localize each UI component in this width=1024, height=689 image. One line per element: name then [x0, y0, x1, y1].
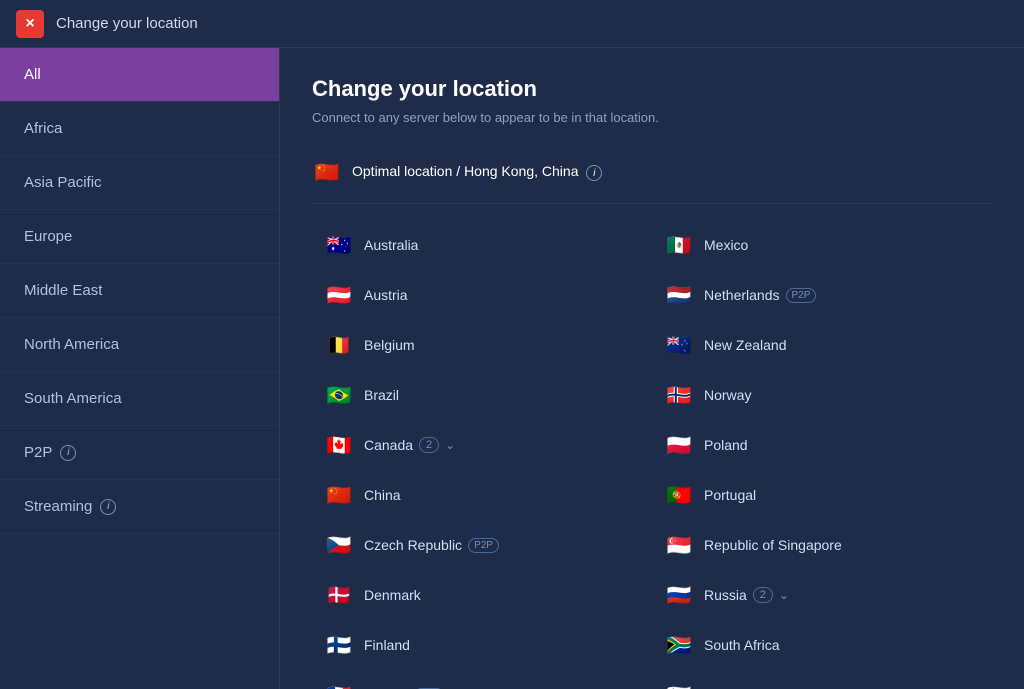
sidebar-item-africa[interactable]: Africa: [0, 102, 279, 156]
info-icon[interactable]: i: [60, 445, 76, 461]
titlebar-title: Change your location: [56, 15, 198, 32]
country-item[interactable]: 🇳🇴 Norway: [652, 370, 992, 420]
sidebar-item-label: Africa: [24, 120, 62, 137]
country-item[interactable]: 🇧🇪 Belgium: [312, 320, 652, 370]
country-item[interactable]: 🇿🇦 South Africa: [652, 620, 992, 670]
sidebar-item-label: North America: [24, 336, 119, 353]
sidebar-item-label: Streaming: [24, 498, 92, 515]
titlebar: × Change your location: [0, 0, 1024, 48]
country-item[interactable]: 🇨🇦Canada2⌄: [312, 420, 652, 470]
chevron-down-icon[interactable]: ⌄: [779, 588, 789, 602]
country-item[interactable]: 🇸🇬 Republic of Singapore: [652, 520, 992, 570]
main-layout: All Africa Asia Pacific Europe Middle East No…: [0, 48, 1024, 689]
country-name: Poland: [704, 437, 748, 453]
country-flag: 🇰🇷: [664, 680, 694, 689]
content-area: Change your location Connect to any serv…: [280, 48, 1024, 689]
country-flag: 🇨🇿: [324, 530, 354, 560]
country-flag: 🇸🇬: [664, 530, 694, 560]
country-item[interactable]: 🇦🇹 Austria: [312, 270, 652, 320]
country-item[interactable]: 🇫🇮 Finland: [312, 620, 652, 670]
page-title: Change your location: [312, 76, 992, 102]
country-name: Austria: [364, 287, 408, 303]
country-item[interactable]: 🇫🇷FranceP2P: [312, 670, 652, 689]
country-name: NetherlandsP2P: [704, 287, 816, 303]
sidebar-item-asia-pacific[interactable]: Asia Pacific: [0, 156, 279, 210]
country-flag: 🇿🇦: [664, 630, 694, 660]
country-name: South Africa: [704, 637, 780, 653]
sidebar-item-label: Asia Pacific: [24, 174, 102, 191]
sidebar-item-europe[interactable]: Europe: [0, 210, 279, 264]
country-item[interactable]: 🇵🇹 Portugal: [652, 470, 992, 520]
country-item[interactable]: 🇦🇺 Australia: [312, 220, 652, 270]
country-flag: 🇳🇿: [664, 330, 694, 360]
country-item[interactable]: 🇷🇺Russia2⌄: [652, 570, 992, 620]
country-flag: 🇧🇷: [324, 380, 354, 410]
sidebar-item-label: Middle East: [24, 282, 102, 299]
country-name: Brazil: [364, 387, 399, 403]
country-name: Russia2⌄: [704, 587, 789, 603]
sidebar-item-north-america[interactable]: North America: [0, 318, 279, 372]
country-flag: 🇧🇪: [324, 330, 354, 360]
country-item[interactable]: 🇩🇰 Denmark: [312, 570, 652, 620]
country-item[interactable]: 🇳🇱 NetherlandsP2P: [652, 270, 992, 320]
country-item[interactable]: 🇲🇽 Mexico: [652, 220, 992, 270]
sidebar-item-south-america[interactable]: South America: [0, 372, 279, 426]
optimal-flag: 🇨🇳: [312, 157, 342, 187]
optimal-location[interactable]: 🇨🇳 Optimal location / Hong Kong, China i: [312, 145, 992, 204]
sidebar-item-label: South America: [24, 390, 122, 407]
country-flag: 🇷🇺: [664, 580, 694, 610]
sidebar-item-p2p[interactable]: P2P i: [0, 426, 279, 480]
p2p-badge: P2P: [786, 288, 817, 303]
info-icon[interactable]: i: [100, 499, 116, 515]
country-item[interactable]: 🇧🇷 Brazil: [312, 370, 652, 420]
country-name: Denmark: [364, 587, 421, 603]
sidebar-item-streaming[interactable]: Streaming i: [0, 480, 279, 534]
count-badge: 2: [419, 437, 439, 453]
sidebar-item-middle-east[interactable]: Middle East: [0, 264, 279, 318]
country-flag: 🇨🇳: [324, 480, 354, 510]
country-flag: 🇵🇹: [664, 480, 694, 510]
country-flag: 🇳🇴: [664, 380, 694, 410]
p2p-badge: P2P: [468, 538, 499, 553]
country-name: Finland: [364, 637, 410, 653]
country-flag: 🇨🇦: [324, 430, 354, 460]
country-name: Australia: [364, 237, 418, 253]
sidebar: All Africa Asia Pacific Europe Middle East No…: [0, 48, 280, 689]
country-name: Canada2⌄: [364, 437, 455, 453]
country-flag: 🇦🇺: [324, 230, 354, 260]
country-item[interactable]: 🇨🇿 Czech RepublicP2P: [312, 520, 652, 570]
country-flag: 🇫🇷: [324, 680, 354, 689]
sidebar-item-label: P2P: [24, 444, 52, 461]
close-button[interactable]: ×: [16, 10, 44, 38]
country-name: Republic of Singapore: [704, 537, 842, 553]
country-flag: 🇲🇽: [664, 230, 694, 260]
sidebar-item-label: Europe: [24, 228, 72, 245]
country-name: Norway: [704, 387, 751, 403]
country-flag: 🇩🇰: [324, 580, 354, 610]
country-item[interactable]: 🇳🇿 New Zealand: [652, 320, 992, 370]
count-badge: 2: [753, 587, 773, 603]
sidebar-item-label: All: [24, 66, 41, 83]
country-name: China: [364, 487, 401, 503]
sidebar-item-all[interactable]: All: [0, 48, 279, 102]
page-subtitle: Connect to any server below to appear to…: [312, 110, 992, 125]
country-item[interactable]: 🇵🇱 Poland: [652, 420, 992, 470]
chevron-down-icon[interactable]: ⌄: [445, 438, 455, 452]
country-name: New Zealand: [704, 337, 787, 353]
optimal-text: Optimal location / Hong Kong, China i: [352, 163, 602, 182]
country-name: Czech RepublicP2P: [364, 537, 499, 553]
country-name: Mexico: [704, 237, 748, 253]
country-flag: 🇵🇱: [664, 430, 694, 460]
country-name: Belgium: [364, 337, 415, 353]
country-name: Portugal: [704, 487, 756, 503]
country-flag: 🇦🇹: [324, 280, 354, 310]
country-item[interactable]: 🇰🇷South Korea: [652, 670, 992, 689]
optimal-info-icon[interactable]: i: [586, 165, 602, 181]
country-flag: 🇫🇮: [324, 630, 354, 660]
country-flag: 🇳🇱: [664, 280, 694, 310]
country-item[interactable]: 🇨🇳 China: [312, 470, 652, 520]
country-grid: 🇦🇺 Australia 🇲🇽 Mexico 🇦🇹 Austria 🇳🇱 Netherland…: [312, 220, 992, 689]
